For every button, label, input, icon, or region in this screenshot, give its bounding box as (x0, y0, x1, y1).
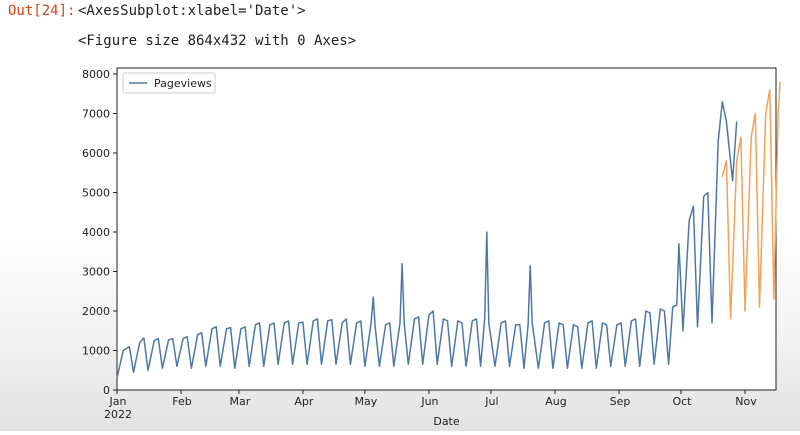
x-tick-label: Jun (420, 395, 438, 408)
x-tick-label: Feb (172, 395, 191, 408)
legend-label: Pageviews (154, 77, 212, 90)
x-tick-label: Sep (610, 395, 631, 408)
x-tick-label: Jul (484, 395, 498, 408)
y-tick-label: 1000 (82, 345, 110, 358)
legend: Pageviews (122, 72, 216, 94)
x-tick-label: Apr (294, 395, 314, 408)
y-tick-label: 3000 (82, 266, 110, 279)
y-tick-label: 4000 (82, 226, 110, 239)
y-tick-label: 7000 (82, 108, 110, 121)
x-tick-label: Jan (109, 395, 127, 408)
y-tick-label: 6000 (82, 147, 110, 160)
x-tick-label: Oct (672, 395, 692, 408)
y-tick-label: 8000 (82, 68, 110, 81)
x-tick-label: Aug (545, 395, 566, 408)
x-tick-sublabel: 2022 (104, 408, 132, 421)
y-axis: 010002000300040005000600070008000 (82, 68, 117, 397)
x-axis: Jan2022 Feb Mar Apr May Jun Jul Aug Sep Oct Nov (104, 390, 757, 421)
chart-container: 0 1000 2000 3000 4000 5000 6000 7000 8000 Jan 202… (0, 0, 800, 435)
x-tick-label: Nov (735, 395, 757, 408)
plot-frame (116, 67, 777, 391)
pageviews-chart: 010002000300040005000600070008000 Jan202… (82, 67, 781, 428)
x-tick-label: Mar (230, 395, 251, 408)
x-axis-label: Date (433, 415, 460, 428)
y-tick-label: 5000 (82, 187, 110, 200)
y-tick-label: 2000 (82, 305, 110, 318)
x-tick-label: May (355, 395, 378, 408)
